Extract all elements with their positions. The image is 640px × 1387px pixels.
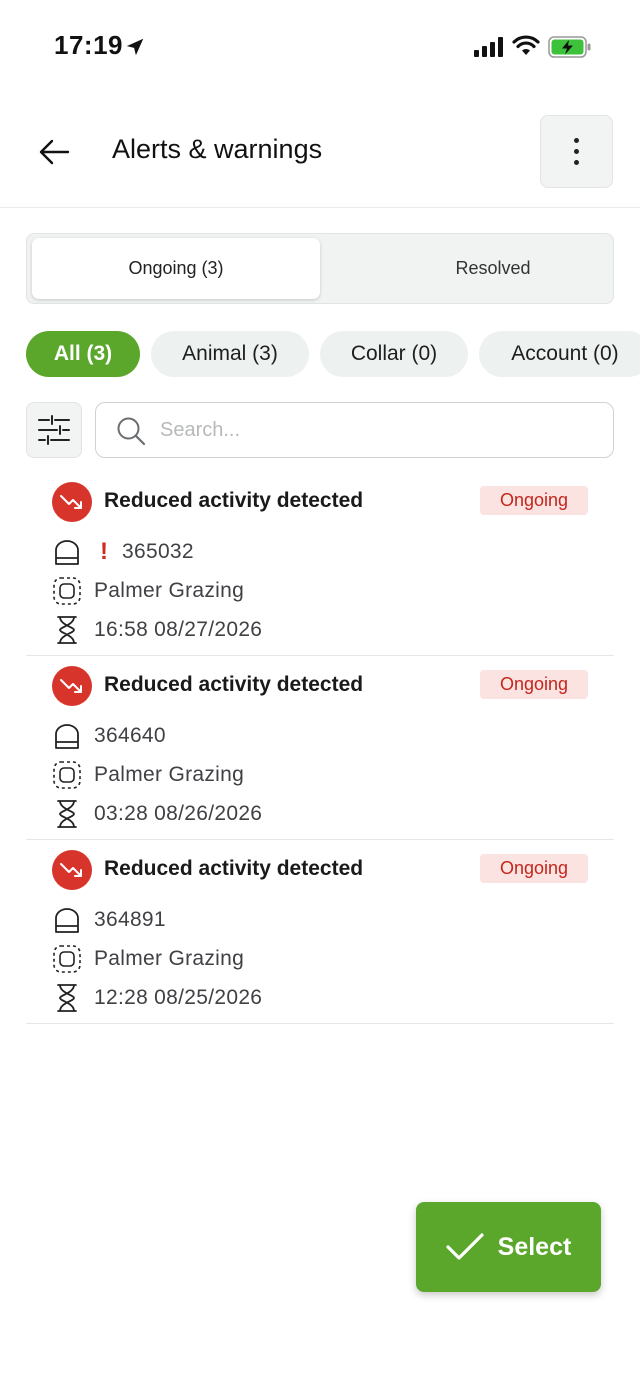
more-vertical-icon (574, 138, 579, 143)
chip-account[interactable]: Account (0) (479, 331, 640, 377)
chip-collar[interactable]: Collar (0) (320, 331, 468, 377)
search-input[interactable] (160, 412, 600, 448)
alert-animal-row: ! 365032 (52, 536, 194, 568)
alert-timestamp: 12:28 08/25/2026 (94, 986, 263, 1009)
hourglass-icon (52, 799, 82, 829)
sliders-icon (38, 415, 70, 445)
checkmark-icon (446, 1233, 484, 1260)
alert-list: Reduced activity detected Ongoing ! 3650… (26, 472, 614, 1024)
collar-icon (52, 537, 82, 567)
herd-name: Palmer Grazing (94, 763, 245, 786)
herd-group-icon (52, 576, 82, 606)
alert-item[interactable]: Reduced activity detected Ongoing 364891… (26, 840, 614, 1024)
animal-id: 364640 (94, 724, 166, 747)
collar-icon (52, 905, 82, 935)
herd-group-icon (52, 760, 82, 790)
status-bar: 17:19 (0, 0, 640, 96)
arrow-left-icon (39, 139, 70, 165)
battery-charging-icon (548, 36, 591, 58)
trend-down-icon (52, 666, 92, 706)
search-icon (117, 417, 146, 446)
more-options-button[interactable] (540, 115, 613, 188)
select-button-label: Select (497, 1232, 572, 1261)
select-button[interactable]: Select (416, 1202, 601, 1292)
status-badge: Ongoing (480, 854, 588, 883)
alert-item[interactable]: Reduced activity detected Ongoing 364640… (26, 656, 614, 840)
status-badge: Ongoing (480, 486, 588, 515)
cellular-signal-icon (474, 37, 503, 57)
status-time: 17:19 (54, 30, 123, 60)
alert-animal-row: 364640 (52, 720, 166, 752)
alert-herd-row: Palmer Grazing (52, 759, 244, 791)
category-chips: All (3) Animal (3) Collar (0) Account (0… (26, 331, 640, 377)
status-badge: Ongoing (480, 670, 588, 699)
more-dot (574, 149, 579, 154)
back-button[interactable] (30, 132, 78, 172)
alert-animal-row: 364891 (52, 904, 166, 936)
location-arrow-icon (126, 38, 144, 56)
filter-button[interactable] (26, 402, 82, 458)
alert-time-row: 12:28 08/25/2026 (52, 982, 262, 1014)
status-tabs: Ongoing (3) Resolved (26, 233, 614, 304)
herd-group-icon (52, 944, 82, 974)
hourglass-icon (52, 615, 82, 645)
alert-timestamp: 03:28 08/26/2026 (94, 802, 263, 825)
alert-herd-row: Palmer Grazing (52, 943, 244, 975)
collar-icon (52, 721, 82, 751)
warning-flag: ! (100, 538, 108, 565)
screen: 17:19 Alerts & warnings Ongoing (3) Reso… (0, 0, 640, 1387)
alert-item[interactable]: Reduced activity detected Ongoing ! 3650… (26, 472, 614, 656)
animal-id: 365032 (122, 540, 194, 563)
wifi-icon (512, 35, 540, 55)
app-header: Alerts & warnings (0, 96, 640, 208)
hourglass-icon (52, 983, 82, 1013)
chip-animal[interactable]: Animal (3) (151, 331, 309, 377)
alert-title: Reduced activity detected (104, 857, 364, 880)
trend-down-icon (52, 850, 92, 890)
alert-title: Reduced activity detected (104, 673, 364, 696)
herd-name: Palmer Grazing (94, 947, 245, 970)
tab-ongoing[interactable]: Ongoing (3) (32, 238, 320, 299)
animal-id: 364891 (94, 908, 166, 931)
alert-title: Reduced activity detected (104, 489, 364, 512)
search-box (95, 402, 614, 458)
alert-time-row: 03:28 08/26/2026 (52, 798, 262, 830)
alert-time-row: 16:58 08/27/2026 (52, 614, 262, 646)
chip-all[interactable]: All (3) (26, 331, 140, 377)
alert-timestamp: 16:58 08/27/2026 (94, 618, 263, 641)
page-title: Alerts & warnings (112, 134, 323, 164)
herd-name: Palmer Grazing (94, 579, 245, 602)
trend-down-icon (52, 482, 92, 522)
tab-resolved[interactable]: Resolved (349, 238, 637, 299)
more-dot (574, 160, 579, 165)
alert-herd-row: Palmer Grazing (52, 575, 244, 607)
